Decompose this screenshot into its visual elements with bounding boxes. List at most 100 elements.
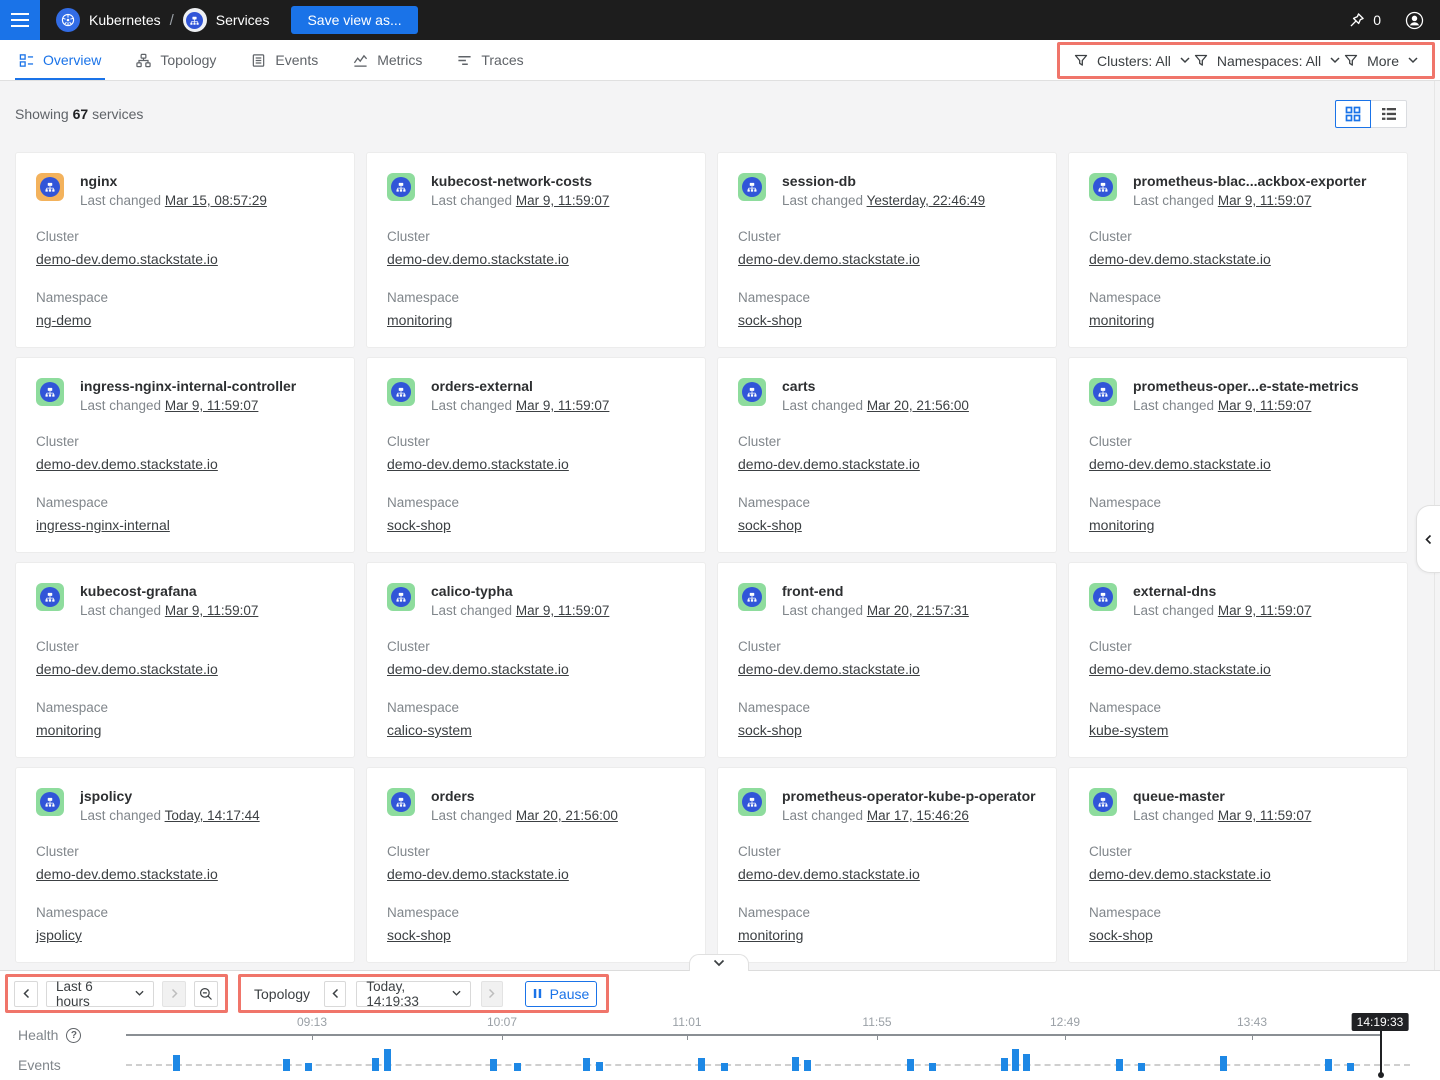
tab-events[interactable]: Events (247, 40, 322, 80)
tab-overview[interactable]: Overview (15, 40, 105, 80)
events-timeline[interactable] (126, 1064, 1410, 1066)
service-card[interactable]: external-dns Last changed Mar 9, 11:59:0… (1068, 562, 1408, 758)
account-icon[interactable] (1405, 11, 1424, 30)
last-changed-link[interactable]: Mar 9, 11:59:07 (516, 603, 610, 618)
event-bar[interactable] (1023, 1054, 1030, 1071)
cluster-link[interactable]: demo-dev.demo.stackstate.io (1089, 456, 1271, 472)
grid-view-button[interactable] (1335, 100, 1371, 128)
namespace-link[interactable]: sock-shop (738, 312, 802, 328)
service-card[interactable]: kubecost-network-costs Last changed Mar … (366, 152, 706, 348)
event-bar[interactable] (1347, 1063, 1354, 1071)
zoom-out-icon[interactable] (194, 981, 218, 1007)
cluster-link[interactable]: demo-dev.demo.stackstate.io (1089, 661, 1271, 677)
cluster-link[interactable]: demo-dev.demo.stackstate.io (1089, 251, 1271, 267)
namespace-link[interactable]: monitoring (387, 312, 452, 328)
service-card[interactable]: orders Last changed Mar 20, 21:56:00 Clu… (366, 767, 706, 963)
cluster-link[interactable]: demo-dev.demo.stackstate.io (738, 251, 920, 267)
event-bar[interactable] (514, 1063, 521, 1071)
current-time-dropdown[interactable]: Today, 14:19:33 (356, 981, 470, 1007)
cluster-link[interactable]: demo-dev.demo.stackstate.io (36, 661, 218, 677)
last-changed-link[interactable]: Mar 20, 21:56:00 (867, 398, 969, 413)
cluster-link[interactable]: demo-dev.demo.stackstate.io (387, 661, 569, 677)
last-changed-link[interactable]: Mar 20, 21:56:00 (516, 808, 618, 823)
namespace-link[interactable]: monitoring (738, 927, 803, 943)
service-card[interactable]: prometheus-oper...e-state-metrics Last c… (1068, 357, 1408, 553)
tab-metrics[interactable]: Metrics (349, 40, 426, 80)
last-changed-link[interactable]: Mar 9, 11:59:07 (1218, 603, 1312, 618)
tab-topology[interactable]: Topology (132, 40, 220, 80)
event-bar[interactable] (1325, 1059, 1332, 1071)
event-bar[interactable] (384, 1049, 391, 1071)
filter-clusters[interactable]: Clusters: All (1074, 53, 1190, 69)
pinned-views-button[interactable]: 0 (1348, 12, 1381, 29)
collapse-timeline-button[interactable] (689, 954, 749, 971)
service-card[interactable]: front-end Last changed Mar 20, 21:57:31 … (717, 562, 1057, 758)
filter-more[interactable]: More (1344, 53, 1418, 69)
time-forward-button[interactable] (481, 981, 503, 1007)
event-bar[interactable] (907, 1059, 914, 1071)
namespace-link[interactable]: calico-system (387, 722, 472, 738)
time-range-dropdown[interactable]: Last 6 hours (46, 981, 154, 1007)
event-bar[interactable] (305, 1063, 312, 1071)
event-bar[interactable] (1116, 1059, 1123, 1071)
service-card[interactable]: kubecost-grafana Last changed Mar 9, 11:… (15, 562, 355, 758)
current-time-badge[interactable]: 14:19:33 (1352, 1013, 1409, 1031)
last-changed-link[interactable]: Mar 9, 11:59:07 (1218, 398, 1312, 413)
range-forward-button[interactable] (162, 981, 186, 1007)
event-bar[interactable] (490, 1059, 497, 1071)
event-bar[interactable] (929, 1063, 936, 1071)
namespace-link[interactable]: kube-system (1089, 722, 1168, 738)
cluster-link[interactable]: demo-dev.demo.stackstate.io (387, 866, 569, 882)
last-changed-link[interactable]: Mar 9, 11:59:07 (165, 398, 259, 413)
last-changed-link[interactable]: Mar 15, 08:57:29 (165, 193, 267, 208)
service-card[interactable]: prometheus-blac...ackbox-exporter Last c… (1068, 152, 1408, 348)
pause-button[interactable]: Pause (525, 981, 597, 1007)
event-bar[interactable] (792, 1057, 799, 1071)
health-timeline[interactable] (126, 1034, 1381, 1036)
namespace-link[interactable]: sock-shop (738, 722, 802, 738)
event-bar[interactable] (1001, 1058, 1008, 1071)
namespace-link[interactable]: monitoring (1089, 312, 1154, 328)
event-bar[interactable] (1220, 1056, 1227, 1071)
last-changed-link[interactable]: Mar 20, 21:57:31 (867, 603, 969, 618)
last-changed-link[interactable]: Mar 9, 11:59:07 (516, 398, 610, 413)
cluster-link[interactable]: demo-dev.demo.stackstate.io (36, 251, 218, 267)
list-view-button[interactable] (1371, 100, 1407, 128)
service-card[interactable]: queue-master Last changed Mar 9, 11:59:0… (1068, 767, 1408, 963)
namespace-link[interactable]: sock-shop (387, 927, 451, 943)
cluster-link[interactable]: demo-dev.demo.stackstate.io (387, 251, 569, 267)
event-bar[interactable] (372, 1058, 379, 1071)
namespace-link[interactable]: sock-shop (738, 517, 802, 533)
cluster-link[interactable]: demo-dev.demo.stackstate.io (387, 456, 569, 472)
namespace-link[interactable]: jspolicy (36, 927, 82, 943)
last-changed-link[interactable]: Mar 17, 15:46:26 (867, 808, 969, 823)
last-changed-link[interactable]: Mar 9, 11:59:07 (516, 193, 610, 208)
namespace-link[interactable]: sock-shop (387, 517, 451, 533)
range-back-button[interactable] (14, 981, 38, 1007)
service-card[interactable]: orders-external Last changed Mar 9, 11:5… (366, 357, 706, 553)
namespace-link[interactable]: monitoring (1089, 517, 1154, 533)
service-card[interactable]: jspolicy Last changed Today, 14:17:44 Cl… (15, 767, 355, 963)
last-changed-link[interactable]: Mar 9, 11:59:07 (1218, 193, 1312, 208)
event-bar[interactable] (596, 1062, 603, 1071)
namespace-link[interactable]: ng-demo (36, 312, 91, 328)
last-changed-link[interactable]: Mar 9, 11:59:07 (1218, 808, 1312, 823)
event-bar[interactable] (698, 1058, 705, 1071)
breadcrumb-kubernetes[interactable]: Kubernetes (56, 8, 161, 32)
event-bar[interactable] (721, 1063, 728, 1071)
namespace-link[interactable]: ingress-nginx-internal (36, 517, 170, 533)
help-icon[interactable]: ? (66, 1028, 81, 1043)
event-bar[interactable] (1012, 1049, 1019, 1071)
menu-icon[interactable] (0, 0, 40, 40)
last-changed-link[interactable]: Yesterday, 22:46:49 (867, 193, 986, 208)
event-bar[interactable] (583, 1058, 590, 1071)
namespace-link[interactable]: sock-shop (1089, 927, 1153, 943)
save-view-as-button[interactable]: Save view as... (291, 6, 417, 34)
service-card[interactable]: ingress-nginx-internal-controller Last c… (15, 357, 355, 553)
cluster-link[interactable]: demo-dev.demo.stackstate.io (738, 866, 920, 882)
service-card[interactable]: calico-typha Last changed Mar 9, 11:59:0… (366, 562, 706, 758)
event-bar[interactable] (1138, 1063, 1145, 1071)
event-bar[interactable] (173, 1055, 180, 1071)
service-card[interactable]: carts Last changed Mar 20, 21:56:00 Clus… (717, 357, 1057, 553)
cluster-link[interactable]: demo-dev.demo.stackstate.io (738, 661, 920, 677)
